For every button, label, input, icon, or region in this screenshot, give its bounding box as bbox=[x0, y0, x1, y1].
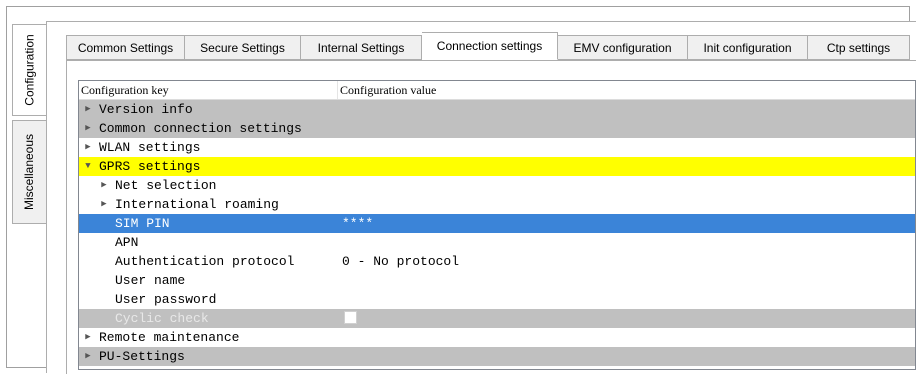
tree-row[interactable]: SIM PIN **** bbox=[79, 214, 915, 233]
config-key: Cyclic check bbox=[115, 311, 209, 326]
collapsed-arrow-icon[interactable]: ▶ bbox=[99, 195, 109, 214]
collapsed-arrow-icon[interactable]: ▶ bbox=[83, 138, 93, 157]
collapsed-arrow-icon[interactable]: ▶ bbox=[83, 119, 93, 138]
collapsed-arrow-icon[interactable]: ▶ bbox=[83, 100, 93, 119]
config-key: PU-Settings bbox=[99, 349, 185, 364]
tree-row[interactable]: ▶ Common connection settings bbox=[79, 119, 915, 138]
tree-row[interactable]: User name bbox=[79, 271, 915, 290]
tree-row[interactable]: ▶ Remote maintenance bbox=[79, 328, 915, 347]
config-key: WLAN settings bbox=[99, 140, 201, 155]
tree-row[interactable]: User password bbox=[79, 290, 915, 309]
side-tab-label: Miscellaneous bbox=[22, 133, 37, 211]
tree-row[interactable]: ▼ GPRS settings bbox=[79, 157, 915, 176]
column-header-key[interactable]: Configuration key bbox=[81, 83, 169, 98]
settings-tabbar: Common Settings Secure Settings Internal… bbox=[66, 32, 910, 60]
tree-row[interactable]: ▶ WLAN settings bbox=[79, 138, 915, 157]
tree-row[interactable]: ▶ PU-Settings bbox=[79, 347, 915, 366]
side-tab-configuration[interactable]: Configuration bbox=[12, 24, 47, 116]
side-tab-miscellaneous[interactable]: Miscellaneous bbox=[12, 120, 47, 224]
config-tree[interactable]: Configuration key Configuration value ▶ V… bbox=[78, 80, 916, 370]
tab-ctp-settings[interactable]: Ctp settings bbox=[808, 35, 910, 60]
tab-common-settings[interactable]: Common Settings bbox=[66, 35, 185, 60]
tab-init-configuration[interactable]: Init configuration bbox=[688, 35, 808, 60]
config-key: Authentication protocol bbox=[115, 254, 295, 269]
config-key: SIM PIN bbox=[115, 216, 170, 231]
tab-label: Connection settings bbox=[436, 39, 543, 53]
column-divider[interactable] bbox=[337, 81, 338, 99]
config-value: **** bbox=[342, 216, 374, 231]
tab-emv-configuration[interactable]: EMV configuration bbox=[558, 35, 688, 60]
tree-rows: ▶ Version info ▶ Common connection settings… bbox=[79, 100, 915, 366]
side-tab-label: Configuration bbox=[22, 34, 37, 106]
cyclic-check-checkbox[interactable] bbox=[344, 311, 357, 324]
config-key: Common connection settings bbox=[99, 121, 302, 136]
config-key: Version info bbox=[99, 102, 193, 117]
expanded-arrow-icon[interactable]: ▼ bbox=[83, 157, 93, 176]
tree-row[interactable]: APN bbox=[79, 233, 915, 252]
collapsed-arrow-icon[interactable]: ▶ bbox=[83, 328, 93, 347]
config-key: User password bbox=[115, 292, 217, 307]
tab-label: EMV configuration bbox=[573, 40, 672, 55]
column-header-value[interactable]: Configuration value bbox=[340, 83, 436, 98]
tab-internal-settings[interactable]: Internal Settings bbox=[301, 35, 422, 60]
tab-label: Ctp settings bbox=[826, 40, 891, 55]
tree-row[interactable]: Cyclic check bbox=[79, 309, 915, 328]
config-key: International roaming bbox=[115, 197, 279, 212]
collapsed-arrow-icon[interactable]: ▶ bbox=[99, 176, 109, 195]
collapsed-arrow-icon[interactable]: ▶ bbox=[83, 347, 93, 366]
tab-label: Init configuration bbox=[703, 40, 792, 55]
tree-row[interactable]: ▶ Net selection bbox=[79, 176, 915, 195]
config-key: Net selection bbox=[115, 178, 217, 193]
tab-label: Secure Settings bbox=[200, 40, 285, 55]
config-key: GPRS settings bbox=[99, 159, 201, 174]
tree-header: Configuration key Configuration value bbox=[79, 81, 915, 100]
tab-secure-settings[interactable]: Secure Settings bbox=[185, 35, 301, 60]
tab-label: Internal Settings bbox=[317, 40, 405, 55]
config-key: Remote maintenance bbox=[99, 330, 240, 345]
config-key: APN bbox=[115, 235, 139, 250]
tree-row[interactable]: Authentication protocol 0 - No protocol bbox=[79, 252, 915, 271]
tab-connection-settings[interactable]: Connection settings bbox=[422, 32, 558, 60]
tree-row[interactable]: ▶ International roaming bbox=[79, 195, 915, 214]
config-key: User name bbox=[115, 273, 186, 288]
config-value: 0 - No protocol bbox=[342, 254, 460, 269]
tab-label: Common Settings bbox=[77, 40, 174, 55]
tree-row[interactable]: ▶ Version info bbox=[79, 100, 915, 119]
